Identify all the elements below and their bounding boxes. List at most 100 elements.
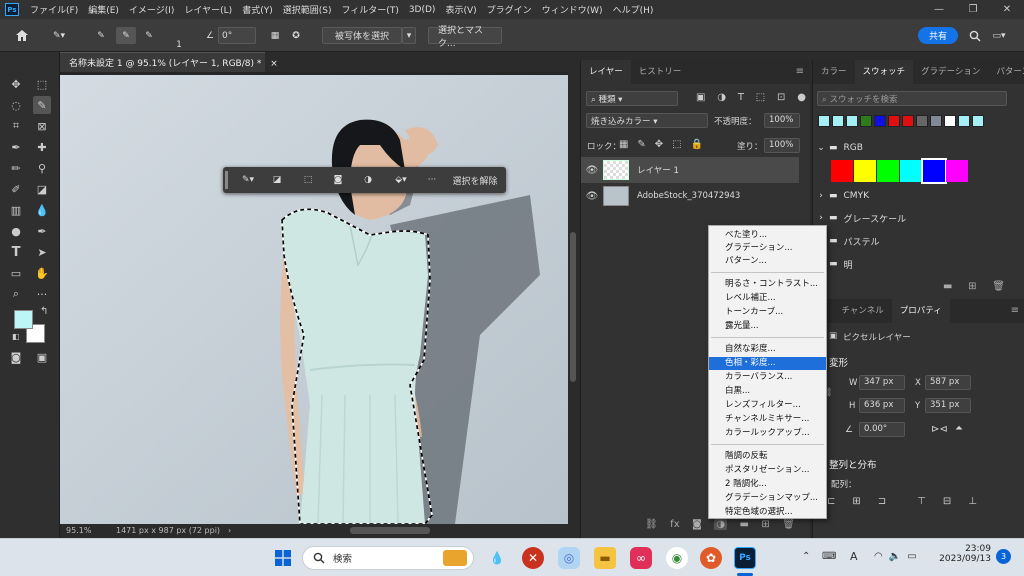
- menu-item[interactable]: 階調の反転: [709, 450, 826, 463]
- foreground-color-swatch[interactable]: [14, 310, 33, 329]
- menu-filter[interactable]: フィルター(T): [336, 3, 403, 16]
- layer-style-icon[interactable]: fx: [670, 519, 679, 530]
- align-bottom-icon[interactable]: ⊥: [968, 496, 977, 507]
- menu-select[interactable]: 選択範囲(S): [278, 3, 337, 16]
- menu-item[interactable]: 明るさ・コントラスト...: [709, 278, 826, 291]
- new-selection-icon[interactable]: ✎: [92, 27, 110, 44]
- tab-patterns[interactable]: パターン: [988, 60, 1024, 84]
- rectangle-tool-icon[interactable]: ▭: [7, 264, 25, 282]
- menu-item[interactable]: べた塗り...: [709, 229, 826, 242]
- brush-tool-icon[interactable]: ✏: [7, 159, 25, 177]
- crop-tool-icon[interactable]: ⌗: [7, 117, 25, 135]
- menu-item[interactable]: カラーバランス...: [709, 371, 826, 384]
- menu-item[interactable]: 2 階調化...: [709, 478, 826, 491]
- tab-properties[interactable]: プロパティ: [891, 299, 950, 323]
- select-subject-dropdown[interactable]: ▾: [402, 27, 416, 44]
- align-middle-icon[interactable]: ⊟: [943, 496, 951, 507]
- zoom-tool-icon[interactable]: ⌕: [7, 285, 25, 303]
- lock-position-icon[interactable]: ✥: [655, 139, 663, 150]
- deselect-button[interactable]: 選択を解除: [449, 172, 501, 188]
- document-dimensions[interactable]: 1471 px x 987 px (72 ppi): [116, 526, 220, 535]
- close-window-button[interactable]: ✕: [990, 0, 1024, 19]
- recent-swatch-11[interactable]: [972, 115, 984, 127]
- menu-item[interactable]: 自然な彩度...: [709, 343, 826, 356]
- minimize-button[interactable]: —: [922, 0, 956, 19]
- mask-icon[interactable]: ◙: [329, 172, 347, 188]
- flip-vertical-icon[interactable]: ⏶: [955, 423, 963, 434]
- align-left-icon[interactable]: ⊏: [827, 496, 835, 507]
- menu-item[interactable]: 白黒...: [709, 385, 826, 398]
- menu-window[interactable]: ウィンドウ(W): [537, 3, 608, 16]
- type-tool-icon[interactable]: T: [7, 243, 25, 261]
- show-hidden-icons[interactable]: ⌃: [802, 551, 810, 562]
- restore-button[interactable]: ❐: [956, 0, 990, 19]
- workspace-icon[interactable]: ▭▾: [990, 27, 1008, 44]
- share-button[interactable]: 共有: [918, 27, 958, 44]
- search-icon[interactable]: [968, 27, 982, 44]
- type-filter-icon[interactable]: T: [738, 92, 744, 103]
- select-subject-button[interactable]: 被写体を選択: [322, 27, 402, 44]
- auto-enhance-icon[interactable]: ✪: [288, 27, 304, 44]
- align-top-icon[interactable]: ⊤: [917, 496, 926, 507]
- rgb-swatch-1[interactable]: [854, 160, 876, 182]
- document-canvas[interactable]: [60, 75, 568, 524]
- swap-colors-icon[interactable]: ↰: [40, 306, 48, 317]
- visibility-eye-icon[interactable]: 👁: [581, 191, 603, 202]
- select-and-mask-button[interactable]: 選択とマスク...: [428, 26, 502, 49]
- menu-view[interactable]: 表示(V): [440, 3, 481, 16]
- fill-field[interactable]: 100%: [764, 138, 800, 153]
- path-selection-tool-icon[interactable]: ➤: [33, 243, 51, 261]
- tab-history[interactable]: ヒストリー: [631, 60, 690, 84]
- lock-all-icon[interactable]: 🔒: [691, 139, 703, 150]
- quick-selection-tool-icon[interactable]: ✎: [33, 96, 51, 114]
- volume-icon[interactable]: 🔈: [889, 551, 901, 562]
- new-layer-icon[interactable]: ⊞: [761, 519, 769, 530]
- gradient-tool-icon[interactable]: ▥: [7, 201, 25, 219]
- menu-item[interactable]: グラデーションマップ...: [709, 492, 826, 505]
- sample-all-layers-icon[interactable]: ▦: [266, 27, 284, 44]
- history-brush-tool-icon[interactable]: ✐: [7, 180, 25, 198]
- horizontal-scroll-thumb[interactable]: [350, 527, 430, 534]
- recent-swatch-2[interactable]: [846, 115, 858, 127]
- rgb-swatch-2[interactable]: [877, 160, 899, 182]
- swatch-group-light[interactable]: ›▬明: [813, 253, 1024, 275]
- layer-row[interactable]: 👁 レイヤー 1: [581, 157, 799, 183]
- layer-name[interactable]: AdobeStock_370472943: [637, 191, 740, 201]
- marquee-tool-icon[interactable]: ⬚: [33, 75, 51, 93]
- y-field[interactable]: 351 px: [925, 398, 971, 413]
- clone-stamp-tool-icon[interactable]: ⚲: [33, 159, 51, 177]
- default-colors-icon[interactable]: ◧: [12, 332, 20, 341]
- recent-swatch-0[interactable]: [818, 115, 830, 127]
- app-icon-photos[interactable]: ◎: [558, 547, 580, 569]
- add-mask-icon[interactable]: ◙: [692, 519, 702, 530]
- vertical-scrollbar[interactable]: [568, 72, 578, 524]
- shape-filter-icon[interactable]: ⬚: [756, 92, 765, 103]
- system-tray-icons[interactable]: ◠ 🔈 ▭: [874, 551, 917, 562]
- new-adjustment-layer-icon[interactable]: ◑: [714, 519, 727, 530]
- new-swatch-icon[interactable]: ⊞: [968, 281, 976, 292]
- home-icon[interactable]: [12, 27, 32, 44]
- menu-item[interactable]: パターン...: [709, 255, 826, 268]
- adjustment-filter-icon[interactable]: ◑: [717, 92, 726, 103]
- drag-handle[interactable]: [225, 171, 228, 189]
- recent-swatch-6[interactable]: [902, 115, 914, 127]
- opacity-field[interactable]: 100%: [764, 113, 800, 128]
- eyedropper-tool-icon[interactable]: ✒: [7, 138, 25, 156]
- layer-filter-select[interactable]: ⌕ 種類 ▾: [586, 91, 678, 106]
- menu-item[interactable]: トーンカーブ...: [709, 306, 826, 319]
- smart-filter-icon[interactable]: ⊡: [777, 92, 785, 103]
- menu-3d[interactable]: 3D(D): [404, 5, 441, 15]
- filter-toggle-icon[interactable]: ●: [797, 92, 806, 103]
- app-icon-color[interactable]: 💧: [486, 547, 508, 569]
- tab-layers[interactable]: レイヤー: [581, 60, 631, 84]
- tab-swatches[interactable]: スウォッチ: [854, 60, 914, 84]
- rgb-swatch-5[interactable]: [946, 160, 968, 182]
- layer-filter-icons[interactable]: ▣ ◑ T ⬚ ⊡ ●: [696, 92, 806, 103]
- pen-tool-icon[interactable]: ✒: [33, 222, 51, 240]
- delete-layer-icon[interactable]: 🗑: [782, 519, 795, 530]
- delete-swatch-icon[interactable]: 🗑: [992, 281, 1005, 292]
- brush-size-value[interactable]: 1: [172, 36, 186, 53]
- new-group-icon[interactable]: ▬: [739, 519, 748, 530]
- move-tool-icon[interactable]: ✥: [7, 75, 25, 93]
- frame-tool-icon[interactable]: ⊠: [33, 117, 51, 135]
